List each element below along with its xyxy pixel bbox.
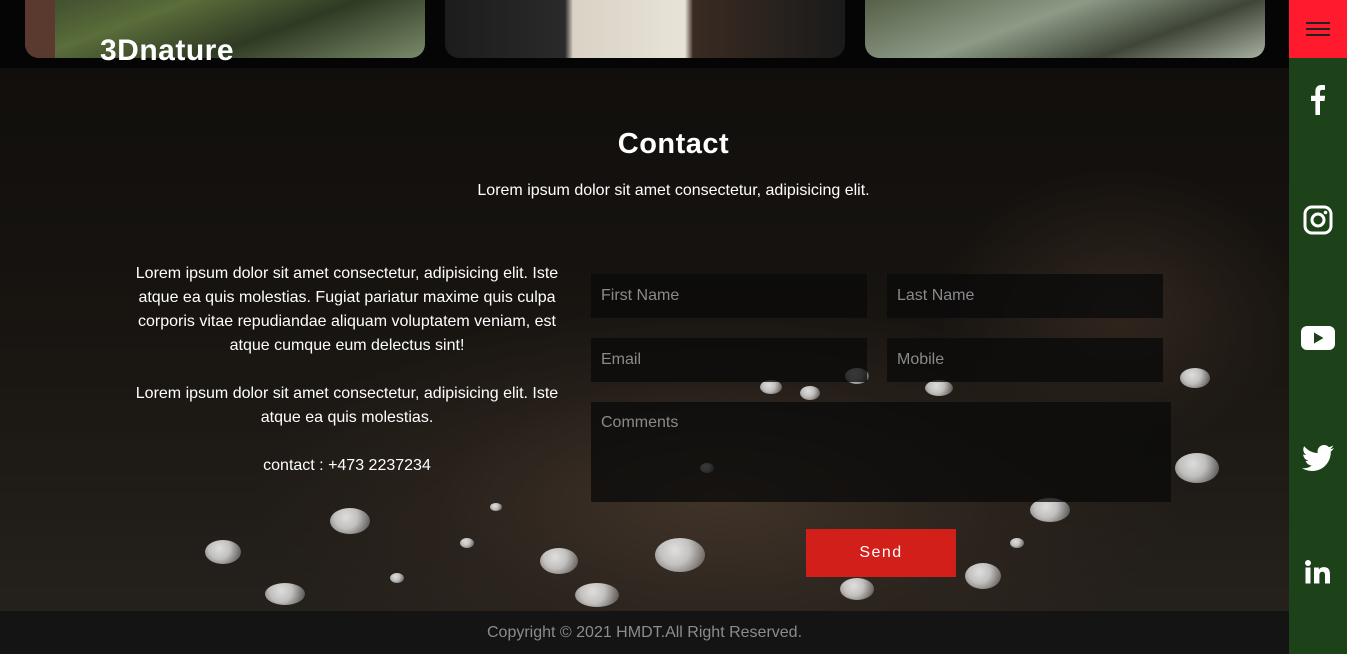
- hamburger-icon: [1306, 22, 1330, 24]
- hamburger-menu-button[interactable]: [1289, 0, 1347, 58]
- info-paragraph-1: Lorem ipsum dolor sit amet consectetur, …: [135, 265, 559, 354]
- twitter-link[interactable]: [1289, 438, 1347, 478]
- facebook-icon: [1311, 85, 1325, 115]
- page: 3Dnature Contact Lorem ipsum dolor sit a…: [0, 0, 1347, 654]
- first-name-input[interactable]: [591, 274, 867, 318]
- instagram-icon: [1303, 205, 1333, 235]
- linkedin-link[interactable]: [1289, 552, 1347, 592]
- social-sidebar: [1289, 0, 1347, 654]
- contact-phone: contact : +473 2237234: [263, 457, 431, 474]
- gallery-strip: 3Dnature: [0, 0, 1289, 68]
- email-input[interactable]: [591, 338, 867, 382]
- twitter-icon: [1302, 445, 1334, 471]
- comments-textarea[interactable]: [591, 402, 1171, 502]
- contact-info: Lorem ipsum dolor sit amet consectetur, …: [134, 262, 560, 502]
- brand-logo[interactable]: 3Dnature: [100, 34, 234, 68]
- youtube-icon: [1301, 326, 1335, 350]
- last-name-input[interactable]: [887, 274, 1163, 318]
- linkedin-icon: [1305, 560, 1330, 584]
- mobile-input[interactable]: [887, 338, 1163, 382]
- contact-title: Contact: [617, 128, 730, 160]
- gallery-image-3[interactable]: [865, 0, 1265, 58]
- copyright-text: Copyright © 2021 HMDT.All Right Reserved…: [486, 624, 803, 641]
- contact-subtitle: Lorem ipsum dolor sit amet consectetur, …: [477, 182, 870, 199]
- info-paragraph-2: Lorem ipsum dolor sit amet consectetur, …: [135, 385, 559, 426]
- gallery-image-2[interactable]: [445, 0, 845, 58]
- facebook-link[interactable]: [1289, 80, 1347, 120]
- send-button[interactable]: Send: [806, 529, 956, 577]
- footer: Copyright © 2021 HMDT.All Right Reserved…: [0, 611, 1289, 654]
- instagram-link[interactable]: [1289, 200, 1347, 240]
- youtube-link[interactable]: [1289, 318, 1347, 358]
